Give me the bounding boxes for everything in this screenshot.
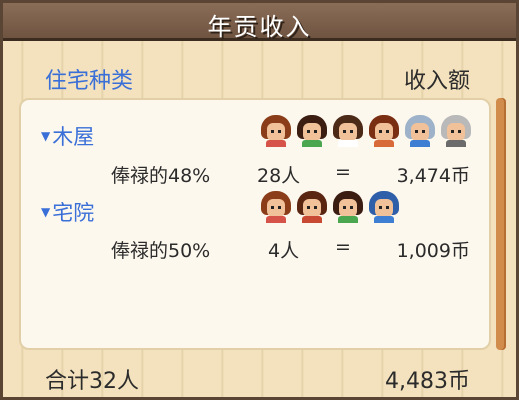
resident-portrait-icon: [261, 191, 291, 223]
people-count: 28人: [257, 165, 301, 187]
scrollbar-thumb[interactable]: [496, 98, 506, 350]
housing-type-header: 住宅种类: [45, 69, 134, 94]
resident-portrait-icon: [297, 191, 327, 223]
resident-portrait-icon: [333, 191, 363, 223]
title-bar: 年贡收入: [3, 3, 516, 41]
expand-triangle-icon: ▼: [41, 129, 51, 143]
resident-portrait-icon: [369, 115, 399, 147]
total-amount: 4,483币: [385, 369, 470, 394]
income-header: 收入额: [403, 69, 470, 94]
resident-portraits: [261, 115, 471, 147]
resident-portrait-icon: [297, 115, 327, 147]
category-wooden-house[interactable]: ▼木屋: [41, 121, 94, 151]
rate-text: 俸禄的50%: [111, 240, 211, 262]
resident-portrait-icon: [333, 115, 363, 147]
category-mansion[interactable]: ▼宅院: [41, 197, 94, 227]
category-label: 木屋: [52, 125, 95, 149]
resident-portrait-icon: [441, 115, 471, 147]
window-title: 年贡收入: [207, 13, 312, 41]
row-amount: 3,474币: [396, 165, 470, 187]
resident-portrait-icon: [261, 115, 291, 147]
rate-text: 俸禄的48%: [111, 165, 211, 187]
expand-triangle-icon: ▼: [41, 205, 51, 219]
resident-portraits: [261, 191, 399, 223]
resident-portrait-icon: [405, 115, 435, 147]
tribute-income-window: 年贡收入 住宅种类 收入额 ▼木屋 俸禄的48% 28人 = 3,474币 ▼宅…: [0, 0, 519, 400]
people-count: 4人: [268, 240, 300, 262]
total-people: 合计32人: [45, 369, 139, 394]
equals-sign: =: [335, 236, 351, 258]
resident-portrait-icon: [369, 191, 399, 223]
category-label: 宅院: [52, 201, 95, 225]
row-amount: 1,009币: [396, 240, 470, 262]
equals-sign: =: [335, 161, 351, 183]
